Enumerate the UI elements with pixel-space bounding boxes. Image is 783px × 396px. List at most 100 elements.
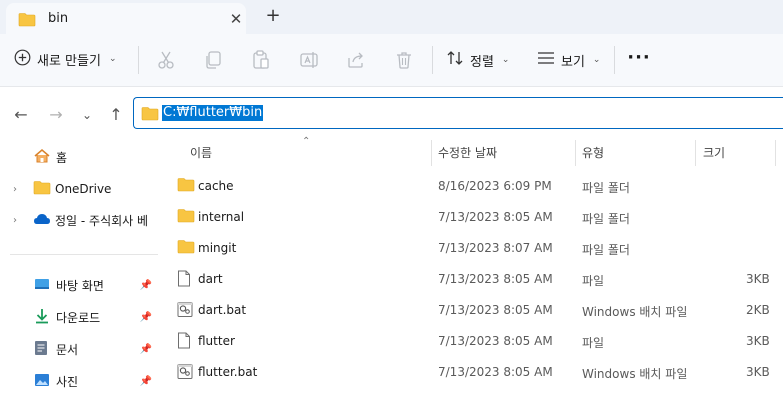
picture-icon bbox=[34, 373, 50, 390]
file-row[interactable]: internal 7/13/2023 8:05 AM 파일 폴더 bbox=[172, 202, 783, 233]
folder-icon bbox=[177, 177, 195, 195]
tab-bin[interactable]: bin ✕ bbox=[6, 3, 246, 34]
file-type: 파일 bbox=[582, 274, 605, 288]
chevron-down-icon: ⌄ bbox=[108, 54, 117, 64]
column-divider[interactable] bbox=[431, 140, 432, 166]
chevron-right-icon[interactable]: › bbox=[10, 184, 20, 195]
chevron-down-icon: ⌄ bbox=[592, 55, 601, 65]
recent-locations-chevron-icon[interactable]: ⌄ bbox=[76, 104, 98, 126]
file-row[interactable]: cache 8/16/2023 6:09 PM 파일 폴더 bbox=[172, 171, 783, 202]
file-row[interactable]: mingit 7/13/2023 8:07 AM 파일 폴더 bbox=[172, 233, 783, 264]
file-date: 7/13/2023 8:05 AM bbox=[438, 303, 553, 317]
column-divider[interactable] bbox=[775, 140, 776, 166]
copy-icon[interactable] bbox=[201, 48, 225, 72]
new-button-label: 새로 만들기 bbox=[37, 53, 101, 69]
file-date: 8/16/2023 6:09 PM bbox=[438, 179, 552, 193]
file-type: 파일 폴더 bbox=[582, 181, 630, 195]
file-size: 3KB bbox=[746, 365, 770, 379]
up-arrow-icon[interactable]: ↑ bbox=[105, 104, 127, 126]
file-name: cache bbox=[198, 179, 234, 193]
nav-item-pictures[interactable]: 사진 📌 bbox=[34, 366, 158, 396]
close-tab-icon[interactable]: ✕ bbox=[225, 8, 247, 30]
file-row[interactable]: dart 7/13/2023 8:05 AM 파일 3KB bbox=[172, 264, 783, 295]
nav-item-home[interactable]: 홈 bbox=[10, 142, 67, 172]
file-name: internal bbox=[198, 210, 245, 224]
batch-file-icon bbox=[177, 363, 193, 383]
batch-file-icon bbox=[177, 301, 193, 321]
navigation-pane: 홈 › OneDrive › 정일 - 주식회사 베 바탕 화면 📌 다운로드 … bbox=[0, 130, 158, 389]
address-bar[interactable]: C:₩flutter₩bin bbox=[133, 97, 783, 129]
file-row[interactable]: flutter.bat 7/13/2023 8:05 AM Windows 배치 파… bbox=[172, 357, 783, 388]
file-type: 파일 폴더 bbox=[582, 212, 630, 226]
column-divider[interactable] bbox=[575, 140, 576, 166]
new-tab-button[interactable]: + bbox=[262, 5, 284, 27]
pin-icon[interactable]: 📌 bbox=[140, 376, 152, 387]
chevron-right-icon[interactable]: › bbox=[10, 215, 20, 226]
column-header-size[interactable]: 크기 bbox=[703, 140, 725, 166]
file-date: 7/13/2023 8:05 AM bbox=[438, 272, 553, 286]
home-icon bbox=[33, 148, 51, 167]
file-icon bbox=[177, 332, 191, 352]
cut-icon[interactable] bbox=[154, 48, 178, 72]
cloud-icon bbox=[33, 212, 51, 229]
file-type: Windows 배치 파일 bbox=[582, 305, 688, 319]
file-type: Windows 배치 파일 bbox=[582, 367, 688, 381]
delete-icon[interactable] bbox=[392, 48, 416, 72]
nav-item-onedrive-business[interactable]: › 정일 - 주식회사 베 bbox=[10, 205, 158, 235]
folder-icon bbox=[33, 180, 51, 198]
file-name: flutter bbox=[198, 334, 235, 348]
file-size: 2KB bbox=[746, 303, 770, 317]
address-path[interactable]: C:₩flutter₩bin bbox=[162, 105, 264, 121]
file-row[interactable]: flutter 7/13/2023 8:05 AM 파일 3KB bbox=[172, 326, 783, 357]
paste-icon[interactable] bbox=[249, 48, 273, 72]
pin-icon[interactable]: 📌 bbox=[140, 280, 152, 291]
folder-icon bbox=[177, 208, 195, 226]
nav-item-desktop[interactable]: 바탕 화면 📌 bbox=[34, 270, 158, 300]
file-size: 3KB bbox=[746, 334, 770, 348]
file-date: 7/13/2023 8:05 AM bbox=[438, 365, 553, 379]
tab-title: bin bbox=[48, 11, 69, 26]
file-icon bbox=[177, 270, 191, 290]
divider bbox=[432, 46, 433, 74]
file-row[interactable]: dart.bat 7/13/2023 8:05 AM Windows 배치 파일 2K… bbox=[172, 295, 783, 326]
divider bbox=[614, 46, 615, 74]
title-bar: bin ✕ + bbox=[0, 0, 783, 34]
rename-icon[interactable] bbox=[297, 48, 321, 72]
document-icon bbox=[34, 340, 48, 359]
divider bbox=[10, 254, 158, 255]
forward-arrow-icon[interactable]: → bbox=[45, 104, 67, 126]
file-size: 3KB bbox=[746, 272, 770, 286]
pin-icon[interactable]: 📌 bbox=[140, 312, 152, 323]
download-icon bbox=[34, 308, 50, 327]
nav-item-downloads[interactable]: 다운로드 📌 bbox=[34, 302, 158, 332]
file-name: mingit bbox=[198, 241, 237, 255]
file-date: 7/13/2023 8:05 AM bbox=[438, 334, 553, 348]
sort-button[interactable]: 정렬 ⌄ bbox=[446, 47, 509, 73]
nav-item-label: 정일 - 주식회사 베 bbox=[55, 213, 149, 228]
file-date: 7/13/2023 8:05 AM bbox=[438, 210, 553, 224]
file-type: 파일 bbox=[582, 336, 605, 350]
new-button[interactable]: 새로 만들기 ⌄ bbox=[14, 46, 116, 72]
command-bar: 새로 만들기 ⌄ 정렬 ⌄ 보기 ⌄ ··· bbox=[0, 34, 783, 87]
nav-item-label: OneDrive bbox=[55, 182, 112, 196]
file-type: 파일 폴더 bbox=[582, 243, 630, 257]
back-arrow-icon[interactable]: ← bbox=[10, 104, 32, 126]
column-header-date[interactable]: 수정한 날짜 bbox=[438, 140, 497, 166]
share-icon[interactable] bbox=[344, 48, 368, 72]
pin-icon[interactable]: 📌 bbox=[140, 344, 152, 355]
more-options-icon[interactable]: ··· bbox=[627, 46, 651, 72]
nav-item-label: 다운로드 bbox=[56, 310, 101, 325]
sort-label: 정렬 bbox=[470, 54, 494, 70]
folder-icon bbox=[177, 239, 195, 257]
file-name: dart bbox=[198, 272, 223, 286]
column-header-name[interactable]: 이름 bbox=[190, 140, 212, 166]
folder-icon bbox=[141, 106, 159, 124]
nav-item-label: 문서 bbox=[56, 342, 79, 357]
view-list-icon bbox=[537, 51, 555, 69]
folder-icon bbox=[18, 12, 36, 30]
column-divider[interactable] bbox=[695, 140, 696, 166]
column-header-type[interactable]: 유형 bbox=[582, 140, 604, 166]
view-button[interactable]: 보기 ⌄ bbox=[537, 47, 600, 73]
nav-item-documents[interactable]: 문서 📌 bbox=[34, 334, 158, 364]
nav-item-onedrive[interactable]: › OneDrive bbox=[10, 174, 111, 204]
